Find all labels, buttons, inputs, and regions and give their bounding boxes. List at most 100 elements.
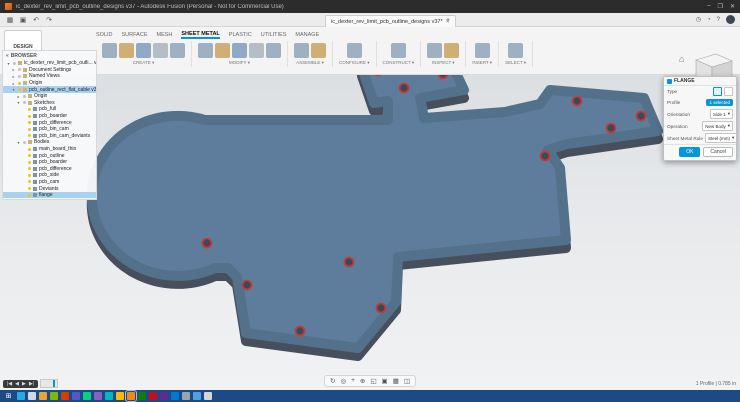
maximize-button[interactable]: ❐	[718, 3, 723, 10]
dialog-header[interactable]: FLANGE	[664, 77, 736, 86]
browser-item[interactable]: flange	[3, 192, 96, 199]
play-button[interactable]: ▶	[22, 381, 26, 387]
browser-item[interactable]: pcb_cam	[3, 179, 96, 186]
visibility-bulb-icon[interactable]	[23, 101, 26, 104]
visibility-bulb-icon[interactable]	[23, 95, 26, 98]
dropdown-operation[interactable]: New Body▾	[702, 121, 733, 131]
timeline-position-marker[interactable]	[53, 380, 55, 387]
expander-icon[interactable]: ▾	[16, 140, 21, 145]
taskbar-app-16[interactable]	[182, 392, 190, 400]
browser-item[interactable]: pcb_boarder	[3, 113, 96, 120]
visibility-bulb-icon[interactable]	[18, 75, 21, 78]
visibility-bulb-icon[interactable]	[28, 121, 31, 124]
taskbar-app-15[interactable]	[171, 392, 179, 400]
profile-selection-chip[interactable]: 1 selected	[706, 99, 733, 106]
display-settings-icon[interactable]: ▣	[382, 377, 388, 385]
hole-profile[interactable]	[607, 124, 616, 133]
tool-icon[interactable]	[444, 43, 459, 58]
taskbar-app-6[interactable]	[72, 392, 80, 400]
hole-profile[interactable]	[377, 304, 386, 313]
start-button[interactable]: ⊞	[3, 392, 14, 400]
taskbar-app-13[interactable]	[149, 392, 157, 400]
taskbar-app-18[interactable]	[204, 392, 212, 400]
tool-icon[interactable]	[232, 43, 247, 58]
visibility-bulb-icon[interactable]	[28, 194, 31, 197]
browser-item[interactable]: pcb_bin_cam	[3, 126, 96, 133]
ribbon-tab-solid[interactable]: SOLID	[96, 32, 113, 38]
tool-icon[interactable]	[294, 43, 309, 58]
visibility-bulb-icon[interactable]	[28, 167, 31, 170]
app-menu-icon[interactable]: ▦	[5, 16, 15, 24]
visibility-bulb-icon[interactable]	[28, 161, 31, 164]
expander-icon[interactable]: ▾	[16, 100, 21, 105]
ribbon-tab-sheet-metal[interactable]: SHEET METAL	[181, 31, 219, 39]
timeline-track[interactable]	[40, 379, 58, 388]
cancel-button[interactable]: Cancel	[703, 147, 733, 157]
pan-icon[interactable]: +	[351, 377, 355, 385]
redo-icon[interactable]: ↷	[44, 16, 54, 24]
browser-item[interactable]: ▸Named Views	[3, 73, 96, 80]
tool-icon[interactable]	[391, 43, 406, 58]
visibility-bulb-icon[interactable]	[28, 115, 31, 118]
help-icon[interactable]: ?	[717, 17, 720, 23]
zoom-icon[interactable]: ⊕	[360, 377, 365, 385]
visibility-bulb-icon[interactable]	[28, 128, 31, 131]
browser-item[interactable]: ▾ic_dexter_rev_limit_pcb_outli... v37	[3, 60, 96, 67]
taskbar-app-5[interactable]	[61, 392, 69, 400]
visibility-bulb-icon[interactable]	[28, 134, 31, 137]
fit-icon[interactable]: ◱	[370, 377, 376, 385]
browser-item[interactable]: pcb_boarder	[3, 159, 96, 166]
tool-icon[interactable]	[119, 43, 134, 58]
pcb-model[interactable]	[92, 75, 658, 356]
user-avatar[interactable]	[726, 15, 735, 24]
taskbar-fusion[interactable]	[127, 392, 135, 400]
minimize-button[interactable]: –	[707, 3, 710, 10]
expander-icon[interactable]: ▸	[11, 74, 16, 79]
browser-item[interactable]: ▾Bodies	[3, 139, 96, 146]
document-tab[interactable]: ic_dexter_rev_limit_pcb_outline_designs …	[325, 15, 456, 27]
tool-icon[interactable]	[249, 43, 264, 58]
taskbar-app-17[interactable]	[193, 392, 201, 400]
browser-item[interactable]: ▾Sketches	[3, 100, 96, 107]
visibility-bulb-icon[interactable]	[28, 148, 31, 151]
expander-icon[interactable]: ▸	[11, 81, 16, 86]
flange-type-button[interactable]	[713, 87, 722, 96]
visibility-bulb-icon[interactable]	[18, 68, 21, 71]
go-to-start-button[interactable]: |◀	[7, 381, 12, 387]
tool-icon[interactable]	[170, 43, 185, 58]
browser-item[interactable]: pcb_side	[3, 172, 96, 179]
visibility-bulb-icon[interactable]	[28, 174, 31, 177]
dropdown-orientation[interactable]: Side 1▾	[710, 109, 733, 119]
tool-icon[interactable]	[475, 43, 490, 58]
browser-item[interactable]: ▸Origin	[3, 80, 96, 87]
visibility-bulb-icon[interactable]	[18, 82, 21, 85]
browser-item[interactable]: pcb_difference	[3, 119, 96, 126]
job-status-icon[interactable]: ◷	[696, 16, 701, 23]
visibility-bulb-icon[interactable]	[28, 154, 31, 157]
browser-item[interactable]: pcb_bin_cam_deviants	[3, 133, 96, 140]
browser-item[interactable]: ▸Origin	[3, 93, 96, 100]
taskbar-app-12[interactable]	[138, 392, 146, 400]
browser-item[interactable]: ▸Document Settings	[3, 67, 96, 74]
close-button[interactable]: ✕	[730, 3, 735, 10]
tool-icon[interactable]	[153, 43, 168, 58]
tool-icon[interactable]	[215, 43, 230, 58]
taskbar-app-8[interactable]	[94, 392, 102, 400]
browser-item[interactable]: pcb_difference	[3, 166, 96, 173]
taskbar-app-9[interactable]	[105, 392, 113, 400]
dropdown-sheet-metal-rule[interactable]: Steel (mm)▾	[705, 133, 737, 143]
tool-icon[interactable]	[508, 43, 523, 58]
step-back-button[interactable]: ◀	[15, 381, 19, 387]
browser-item[interactable]: ▾pcb_outline_rect_flat_cable v3	[3, 86, 96, 93]
hole-profile[interactable]	[243, 281, 252, 290]
tool-icon[interactable]	[347, 43, 362, 58]
save-icon[interactable]: ▣	[18, 16, 28, 24]
expander-icon[interactable]: ▸	[11, 67, 16, 72]
taskbar-app-14[interactable]	[160, 392, 168, 400]
hole-profile[interactable]	[439, 75, 448, 79]
step-forward-button[interactable]: ▶|	[29, 381, 34, 387]
viewports-icon[interactable]: ◫	[404, 377, 410, 385]
hole-profile[interactable]	[541, 152, 550, 161]
taskbar-app-7[interactable]	[83, 392, 91, 400]
visibility-bulb-icon[interactable]	[28, 187, 31, 190]
